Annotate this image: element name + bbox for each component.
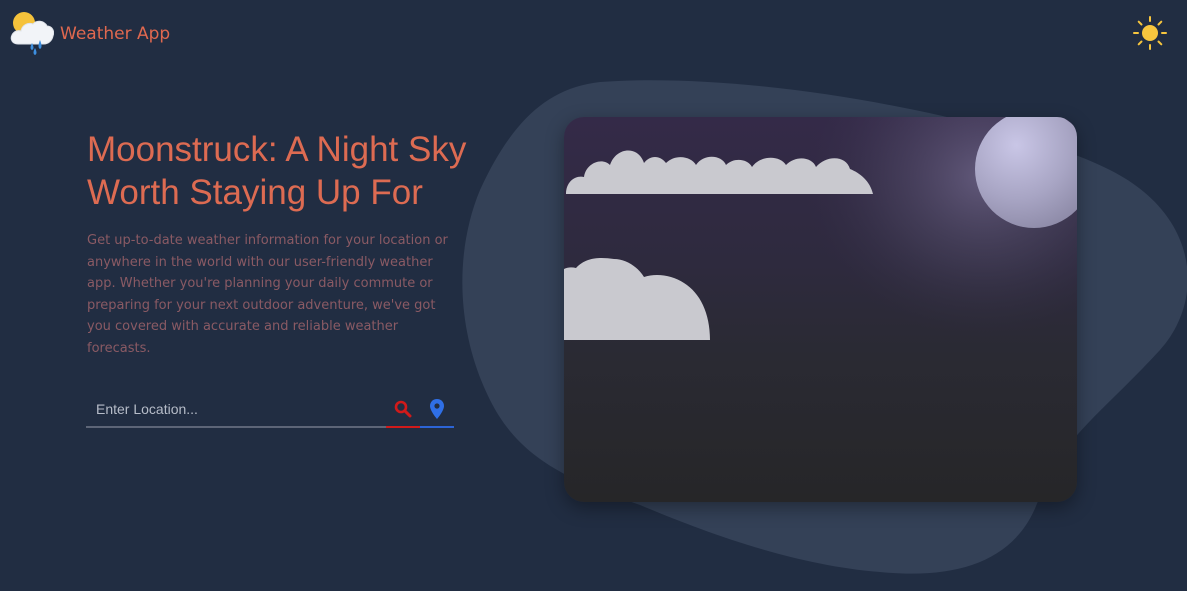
search-button[interactable] (386, 392, 420, 428)
location-pin-icon (430, 399, 444, 419)
hero-description: Get up-to-date weather information for y… (87, 233, 448, 356)
app-brand[interactable]: Weather App (10, 10, 170, 56)
app-name: Weather App (60, 24, 171, 44)
cloud-sun-rain-icon (10, 12, 54, 55)
location-input[interactable] (86, 392, 386, 428)
search-icon (394, 400, 412, 418)
hero-section: Moonstruck: A Night Sky Worth Staying Up… (87, 128, 467, 359)
location-search (86, 392, 454, 428)
weather-app-page: Weather App Moonstruck: A Night Sky Wort… (0, 0, 1187, 591)
theme-toggle-button[interactable] (1132, 15, 1168, 51)
location-button[interactable] (420, 392, 454, 428)
cloud (564, 257, 710, 340)
night-sky-illustration (564, 117, 1077, 502)
sun-icon (1133, 16, 1167, 50)
hero-title: Moonstruck: A Night Sky Worth Staying Up… (87, 130, 467, 212)
